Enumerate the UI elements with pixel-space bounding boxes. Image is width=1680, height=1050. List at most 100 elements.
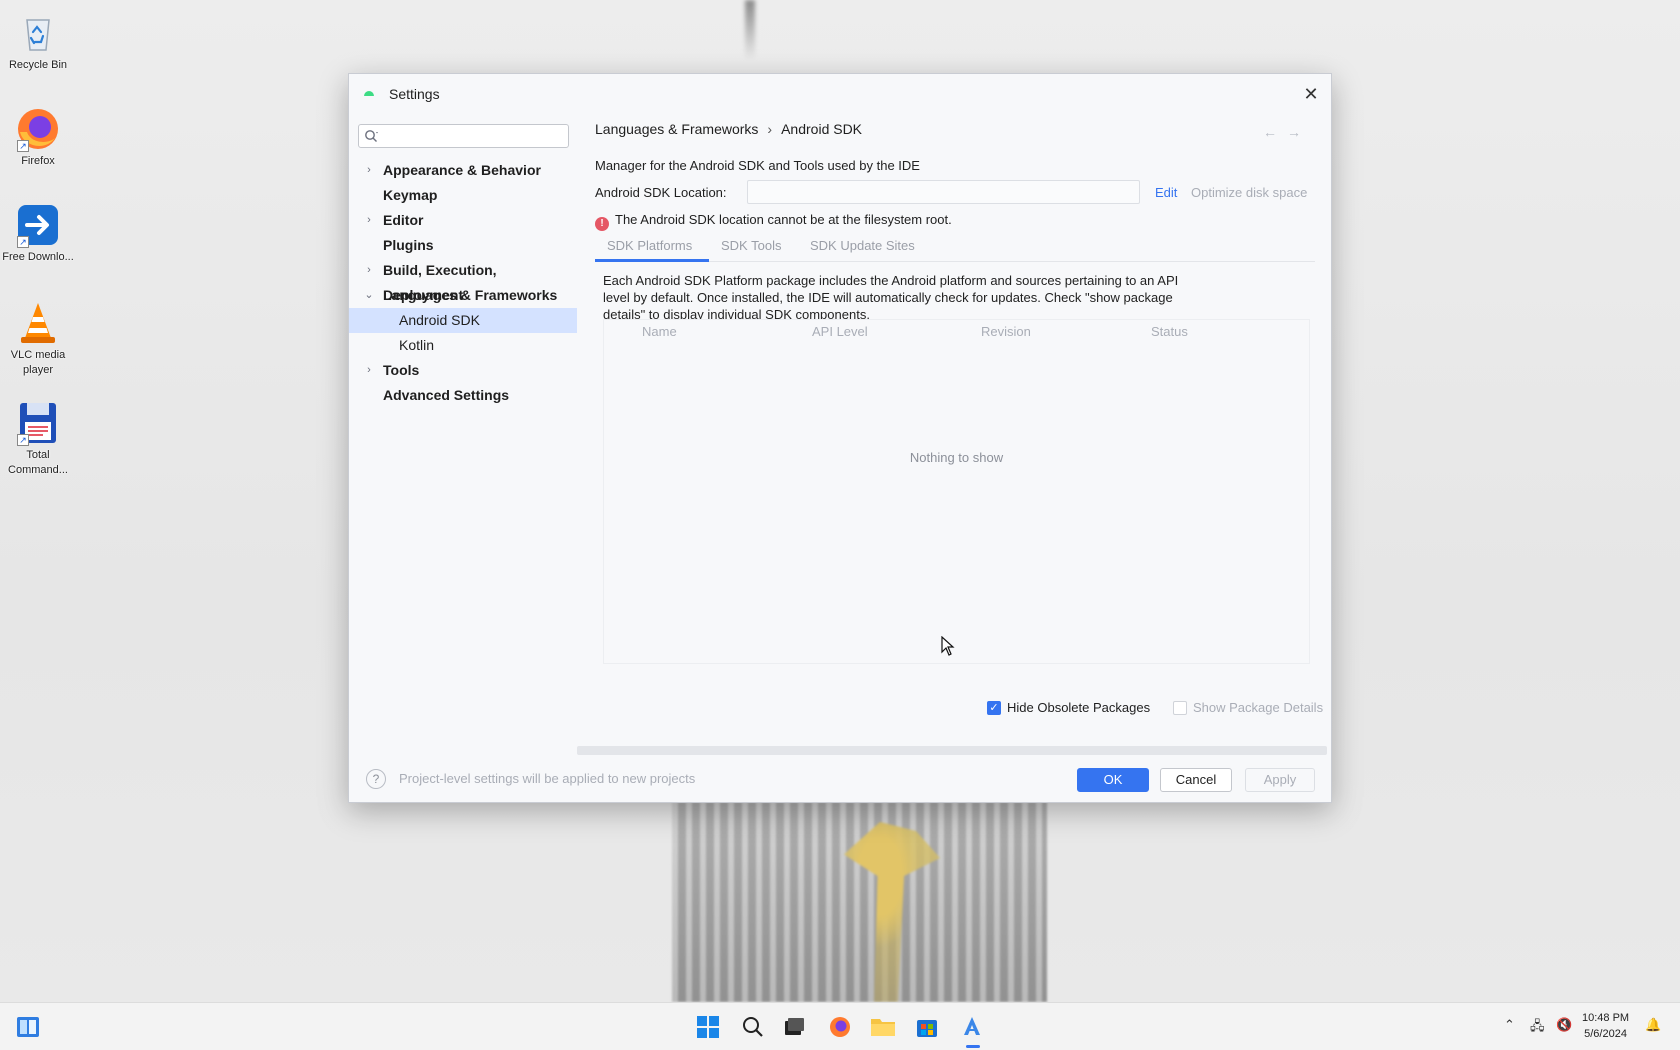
column-header-revision[interactable]: Revision [981,324,1031,339]
sidebar-item-label: Advanced Settings [383,387,510,403]
history-navigation: ←→ [1263,124,1311,140]
sidebar-item-languages-frameworks[interactable]: ⌄ Languages & Frameworks [349,283,577,308]
column-header-status[interactable]: Status [1151,324,1188,339]
breadcrumb-current: Android SDK [781,121,863,137]
desktop-icon-recycle-bin[interactable]: Recycle Bin [2,10,74,73]
settings-dialog: Settings ✕ › Appearance & Behavior Keyma… [348,73,1332,803]
dialog-titlebar[interactable]: Settings ✕ [349,74,1331,114]
page-description: Manager for the Android SDK and Tools us… [595,158,920,173]
tab-sdk-update-sites[interactable]: SDK Update Sites [810,232,915,262]
vlc-cone-icon [15,300,61,346]
footer-note: Project-level settings will be applied t… [399,771,696,786]
sdk-packages-table[interactable]: Name API Level Revision Status Nothing t… [603,319,1310,664]
widgets-icon[interactable] [14,1013,42,1041]
column-header-api-level[interactable]: API Level [812,324,868,339]
sidebar-item-keymap[interactable]: Keymap [349,183,577,208]
taskbar: ⌃ 🖧 🔇 10:48 PM 5/6/2024 🔔 [0,1002,1680,1050]
mouse-cursor-icon [941,636,955,656]
breadcrumb-parent[interactable]: Languages & Frameworks [595,121,758,137]
show-package-details-checkbox[interactable]: Show Package Details [1173,700,1323,715]
desktop-icon-vlc[interactable]: VLC media player [2,300,74,378]
optimize-disk-space-link[interactable]: Optimize disk space [1191,185,1307,200]
desktop-icon-label: Firefox [21,155,55,167]
chevron-right-icon[interactable]: › [363,158,375,183]
floppy-disk-icon: ↗ [15,400,61,446]
hide-obsolete-label: Hide Obsolete Packages [1007,700,1151,715]
package-options: ✓ Hide Obsolete Packages Show Package De… [577,700,1331,720]
desktop-icon-total-commander[interactable]: ↗ Total Command... [2,400,74,478]
volume-icon[interactable]: 🔇 [1556,1017,1572,1033]
android-studio-icon[interactable] [958,1013,986,1041]
sidebar-item-label: Keymap [383,187,438,203]
table-empty-text: Nothing to show [909,450,1004,465]
breadcrumb: Languages & Frameworks › Android SDK [595,121,862,137]
back-arrow-icon[interactable]: ← [1263,124,1287,140]
sidebar-item-advanced-settings[interactable]: Advanced Settings [349,383,577,408]
search-icon [365,130,378,142]
chevron-right-icon[interactable]: › [363,358,375,383]
start-windows-icon[interactable] [694,1013,722,1041]
sidebar-item-label: Kotlin [399,337,435,353]
show-hidden-icons-chevron-up-icon[interactable]: ⌃ [1504,1017,1515,1033]
error-message: The Android SDK location cannot be at th… [615,212,952,227]
tab-description: Each Android SDK Platform package includ… [603,273,1179,322]
chevron-right-icon[interactable]: › [363,258,375,283]
sidebar-item-appearance-behavior[interactable]: › Appearance & Behavior [349,158,577,183]
forward-arrow-icon[interactable]: → [1287,124,1311,140]
sidebar-item-label: Editor [383,212,424,228]
task-view-icon[interactable] [780,1013,808,1041]
sidebar-item-label: Android SDK [399,312,480,328]
wallpaper-crane [844,822,940,1002]
desktop-icon-label: Total Command... [8,449,68,476]
network-icon[interactable]: 🖧 [1530,1017,1545,1039]
desktop-icon-label: VLC media player [10,349,66,376]
ok-button[interactable]: OK [1077,768,1149,792]
firefox-icon: ↗ [15,106,61,152]
shortcut-arrow-icon: ↗ [17,434,29,446]
wallpaper-image [672,802,1047,1002]
column-header-name[interactable]: Name [642,324,677,339]
file-explorer-icon[interactable] [869,1013,897,1041]
checkbox-unchecked-icon[interactable] [1173,700,1187,715]
breadcrumb-separator: › [767,121,773,137]
apply-button[interactable]: Apply [1245,768,1315,792]
sidebar-item-build-execution-deployment[interactable]: › Build, Execution, Deployment [349,258,577,303]
dialog-title: Settings [389,86,440,102]
sidebar-item-tools[interactable]: › Tools [349,358,577,383]
notification-icon[interactable]: 🔔 [1645,1017,1661,1033]
sidebar-item-kotlin[interactable]: Kotlin [349,333,577,358]
download-manager-icon: ↗ [15,202,61,248]
checkbox-checked-icon[interactable]: ✓ [987,700,1001,715]
firefox-icon[interactable] [826,1013,854,1041]
desktop-icon-firefox[interactable]: ↗ Firefox [2,106,74,169]
desktop-icon-free-download-manager[interactable]: ↗ Free Downlo... [2,202,74,265]
close-icon[interactable]: ✕ [1297,80,1325,108]
microsoft-store-icon[interactable] [913,1013,941,1041]
edit-sdk-location-link[interactable]: Edit [1155,185,1177,200]
chevron-down-icon[interactable]: ⌄ [363,283,375,308]
cancel-button[interactable]: Cancel [1160,768,1232,792]
hide-obsolete-checkbox[interactable]: ✓ Hide Obsolete Packages [987,700,1150,715]
tab-sdk-tools[interactable]: SDK Tools [721,232,781,262]
wallpaper-fragment [745,0,755,60]
settings-tree: › Appearance & Behavior Keymap › Editor … [349,158,577,408]
sidebar-item-plugins[interactable]: Plugins [349,233,577,258]
sdk-location-field[interactable] [747,180,1140,204]
search-input[interactable] [385,127,565,145]
desktop-icon-label: Recycle Bin [8,59,68,71]
chevron-right-icon[interactable]: › [363,208,375,233]
show-package-details-label: Show Package Details [1193,700,1324,715]
settings-search[interactable] [358,124,569,148]
sidebar-item-editor[interactable]: › Editor [349,208,577,233]
sidebar-item-label: Plugins [383,237,434,253]
help-icon[interactable]: ? [366,769,386,789]
shortcut-arrow-icon: ↗ [17,236,29,248]
sidebar-item-label: Appearance & Behavior [383,162,541,178]
desktop-icon-label: Free Downlo... [2,251,74,263]
tab-sdk-platforms[interactable]: SDK Platforms [595,232,709,262]
dialog-footer: ? Project-level settings will be applied… [349,754,1331,802]
sidebar-item-android-sdk[interactable]: Android SDK [349,308,577,333]
search-icon[interactable] [739,1013,767,1041]
sdk-location-label: Android SDK Location: [595,185,727,200]
clock[interactable]: 10:48 PM 5/6/2024 [1582,1010,1629,1042]
